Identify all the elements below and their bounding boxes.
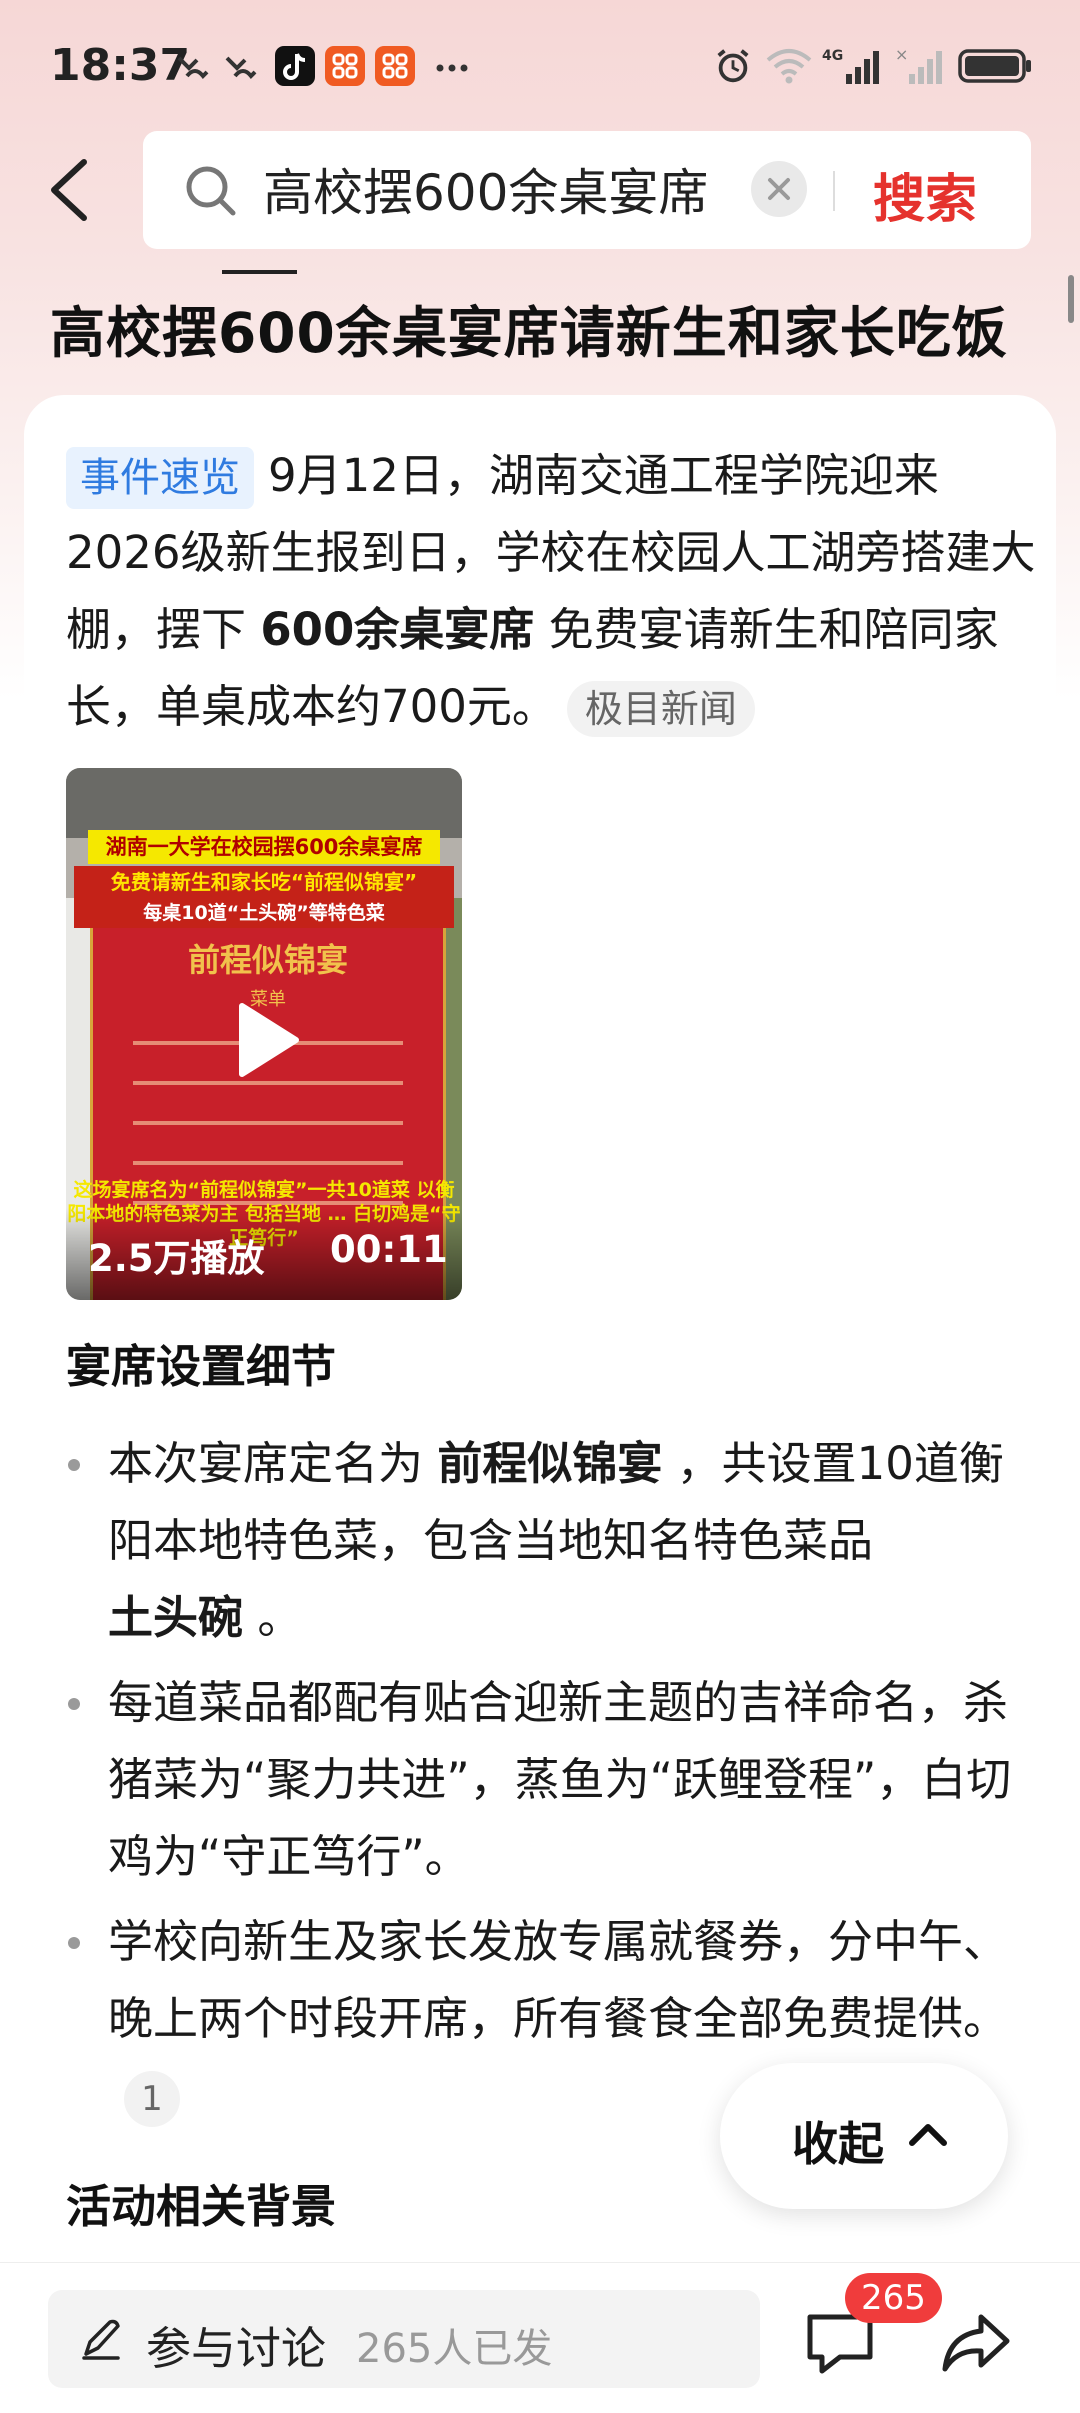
close-icon: [768, 178, 790, 200]
list-item: 本次宴席定名为 前程似锦宴 ，共设置10道衡阳本地特色菜，包含当地知名特色菜品土…: [66, 1425, 1016, 1656]
comment-count: 265人已发: [356, 2326, 553, 2372]
video-banner: 免费请新生和家长吃“前程似锦宴”: [74, 866, 454, 898]
missed-call-icon: [177, 56, 209, 79]
bullet-text: 。: [257, 1591, 303, 1644]
video-thumbnail[interactable]: 前程似锦宴 菜单 湖南一大学在校园摆600余桌宴席 免费请新生和家长吃“前程似锦…: [66, 768, 462, 1300]
event-summary: 事件速览 9月12日，湖南交通工程学院迎来2026级新生报到日，学校在校园人工湖旁…: [66, 437, 1036, 745]
status-time: 18:37: [50, 40, 191, 91]
summary-highlight: 600余桌宴席: [260, 603, 535, 656]
video-scene: [66, 768, 462, 838]
video-banner: 每桌10道“土头碗”等特色菜: [74, 898, 454, 928]
chevron-up-icon: [909, 2124, 947, 2146]
section-heading: 活动相关背景: [66, 2180, 337, 2233]
bullet-text: 每道菜品都配有贴合迎新主题的吉祥命名，杀猪菜为“聚力共进”，蒸鱼为“跃鲤登程”，…: [108, 1676, 1012, 1883]
collapse-button[interactable]: 收起: [720, 2063, 1008, 2209]
detail-list: 本次宴席定名为 前程似锦宴 ，共设置10道衡阳本地特色菜，包含当地知名特色菜品土…: [66, 1425, 1016, 2142]
menu-line: [133, 1161, 403, 1165]
app-notification-icon: [375, 46, 415, 86]
tiktok-app-icon: [275, 46, 315, 86]
pen-icon: [82, 2319, 120, 2360]
bullet-text: 学校向新生及家长发放专属就餐券，分中午、晚上两个时段开席，所有餐食全部免费提供。: [108, 1915, 1009, 2045]
bottom-action-bar: 参与讨论 265人已发 265: [0, 2262, 1080, 2413]
video-banner: 湖南一大学在校园摆600余桌宴席: [88, 830, 440, 864]
event-overview-tag: 事件速览: [66, 447, 254, 509]
share-icon[interactable]: [935, 2303, 1015, 2383]
search-divider: [833, 171, 835, 211]
app-notification-icon: [325, 46, 365, 86]
bullet-text: 本次宴席定名为: [108, 1437, 424, 1490]
missed-call-icon: [225, 56, 257, 79]
cellular-signal-icon: 4G: [822, 48, 879, 84]
video-duration: 00:11: [330, 1228, 448, 1271]
bullet-highlight: 土头碗: [108, 1591, 244, 1644]
collapse-label: 收起: [792, 2117, 884, 2171]
search-icon: [186, 166, 236, 216]
menu-title: 前程似锦宴: [187, 941, 348, 979]
comment-label: 参与讨论: [146, 2322, 327, 2375]
comment-input[interactable]: 参与讨论 265人已发: [48, 2290, 760, 2388]
svg-text:4G: 4G: [822, 48, 843, 64]
clear-search-button[interactable]: [751, 161, 807, 217]
list-item: 每道菜品都配有贴合迎新主题的吉祥命名，杀猪菜为“聚力共进”，蒸鱼为“跃鲤登程”，…: [66, 1664, 1016, 1895]
comment-count-badge: 265: [845, 2273, 942, 2323]
wifi-icon: [766, 49, 812, 84]
source-chip[interactable]: 极目新闻: [566, 681, 755, 737]
scrollbar[interactable]: [1068, 275, 1074, 323]
play-icon[interactable]: [232, 1000, 302, 1080]
menu-line: [133, 1121, 403, 1125]
status-bar: 18:37 4G ×: [0, 0, 1080, 135]
menu-line: [133, 1081, 403, 1085]
back-arrow-icon[interactable]: [40, 150, 100, 230]
cellular-signal-icon: ×: [895, 46, 942, 84]
svg-text:×: ×: [895, 46, 908, 64]
search-button[interactable]: 搜索: [873, 157, 977, 232]
page-title: 高校摆600余桌宴席请新生和家长吃饭: [50, 301, 1008, 365]
search-bar[interactable]: 高校摆600余桌宴席 搜索: [143, 131, 1031, 249]
battery-icon: [958, 49, 1031, 83]
more-notifications-icon: [436, 64, 468, 72]
citation-marker[interactable]: 1: [124, 2071, 180, 2127]
active-tab-indicator: [222, 270, 297, 274]
bullet-highlight: 前程似锦宴: [437, 1437, 663, 1490]
alarm-icon: [717, 49, 749, 83]
play-count: 2.5万播放: [88, 1237, 265, 1280]
section-heading: 宴席设置细节: [66, 1340, 337, 1393]
